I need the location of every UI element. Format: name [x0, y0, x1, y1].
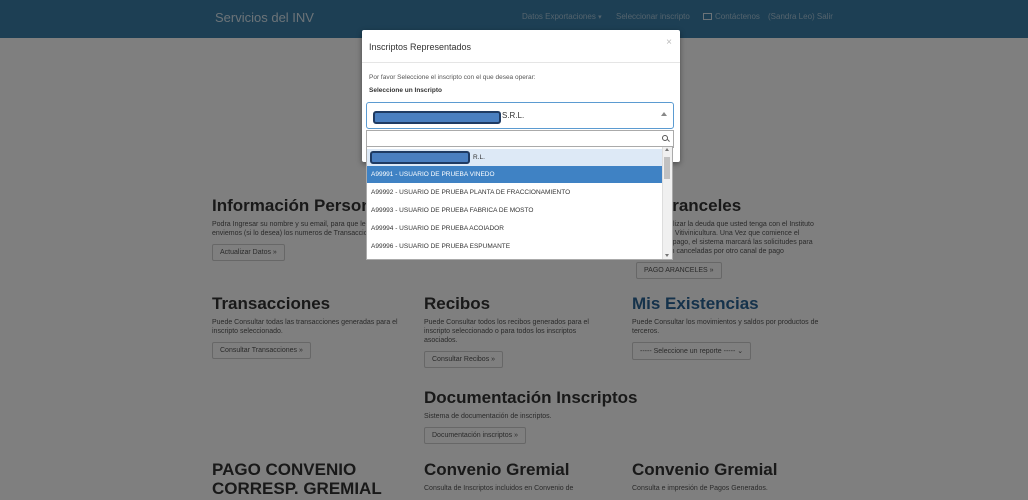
- redacted-name: [370, 151, 470, 164]
- list-item[interactable]: A99991 - USUARIO DE PRUEBA VINEDO: [367, 166, 663, 183]
- list-item[interactable]: A99994 - USUARIO DE PRUEBA ACOIADOR: [367, 220, 663, 237]
- close-icon[interactable]: ×: [666, 37, 672, 48]
- redacted-name: [373, 111, 501, 124]
- list-item[interactable]: A99992 - USUARIO DE PRUEBA PLANTA DE FRA…: [367, 184, 663, 201]
- modal-title: Inscriptos Representados: [369, 42, 472, 52]
- scroll-up-icon[interactable]: [665, 148, 669, 151]
- scroll-down-icon[interactable]: [665, 254, 669, 257]
- chevron-up-icon: [661, 112, 667, 116]
- search-icon: [662, 135, 668, 141]
- select-label: Seleccione un Inscripto: [369, 87, 442, 94]
- modal-prompt: Por favor Seleccione el inscripto con el…: [369, 74, 536, 81]
- list-item[interactable]: A99996 - USUARIO DE PRUEBA ESPUMANTE: [367, 238, 663, 255]
- inscriptos-modal: Inscriptos Representados × Por favor Sel…: [362, 30, 680, 162]
- scrollbar[interactable]: [662, 147, 672, 259]
- list-item[interactable]: R.L.: [367, 149, 663, 166]
- divider: [362, 62, 680, 63]
- options-list: R.L. A99991 - USUARIO DE PRUEBA VINEDO A…: [366, 146, 673, 260]
- inscripto-select[interactable]: S.R.L.: [366, 102, 674, 129]
- scroll-thumb[interactable]: [664, 157, 670, 179]
- option-label: R.L.: [473, 154, 485, 161]
- select-value: S.R.L.: [502, 111, 525, 120]
- list-item[interactable]: A99993 - USUARIO DE PRUEBA FABRICA DE MO…: [367, 202, 663, 219]
